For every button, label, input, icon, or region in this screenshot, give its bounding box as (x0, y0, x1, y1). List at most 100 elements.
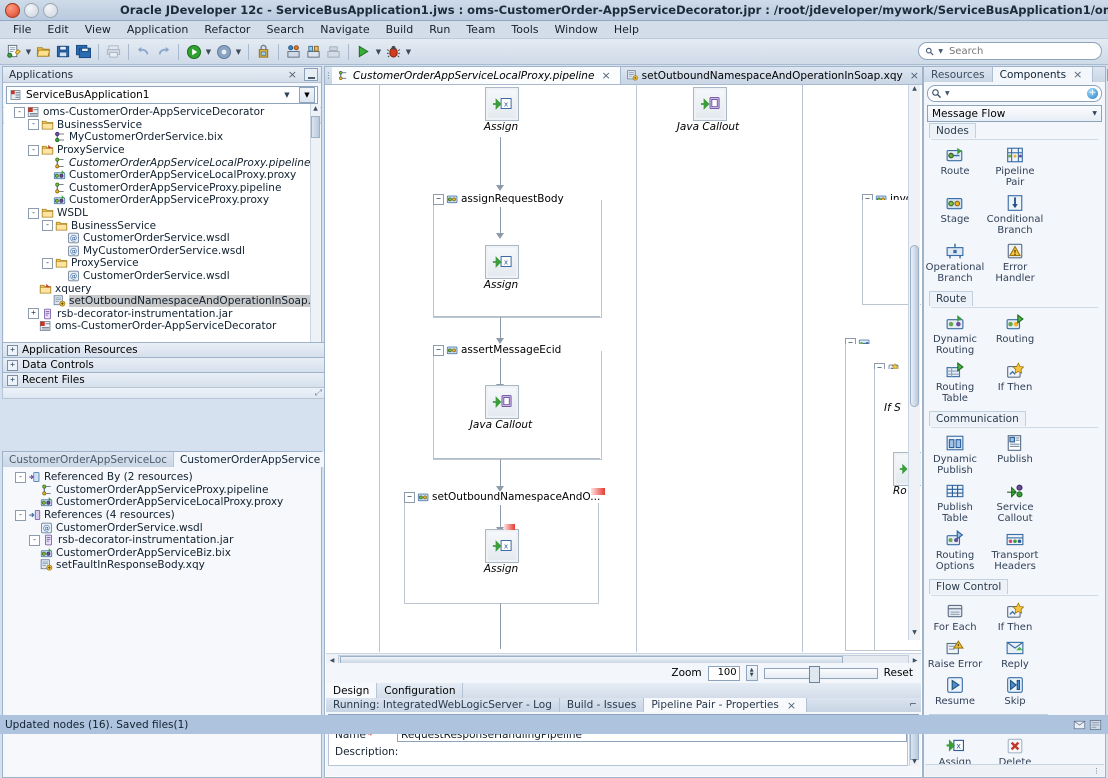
editor-tabs-grip[interactable]: ⋮ (325, 67, 332, 84)
palette-item-reply[interactable]: Reply (985, 636, 1045, 673)
scrollbar-thumb[interactable] (910, 245, 919, 407)
tree-expander-icon[interactable]: - (14, 107, 25, 118)
tab-components[interactable]: Components × (993, 67, 1094, 82)
palette-group-title[interactable]: Nodes (929, 123, 976, 138)
new-dropdown-icon[interactable]: ▼ (24, 43, 33, 61)
debug-bug-icon[interactable] (384, 42, 403, 61)
palette-item-assign[interactable]: xAssign (925, 734, 985, 765)
tree-row[interactable]: CustomerOrderAppServiceProxy.pipeline (7, 484, 320, 497)
palette-item-delete[interactable]: Delete (985, 734, 1045, 765)
menu-application[interactable]: Application (120, 22, 195, 37)
zoom-reset-button[interactable]: Reset (884, 667, 913, 679)
tree-row[interactable]: CustomerOrderAppServiceLocalProxy.proxy (6, 169, 312, 182)
assign-mid-icon-tile[interactable]: x (485, 245, 519, 279)
run-play-dropdown-icon[interactable]: ▼ (374, 43, 383, 61)
lib-icon[interactable] (304, 42, 323, 61)
expand-icon[interactable]: + (7, 360, 18, 371)
deploy-icon[interactable] (254, 42, 273, 61)
tree-expander-icon[interactable]: - (42, 220, 53, 231)
palette-item-if-then[interactable]: If Then (985, 599, 1045, 636)
tree-row[interactable]: -BusinessService (6, 219, 312, 232)
open-icon[interactable] (34, 42, 53, 61)
accordion-data-controls[interactable]: + Data Controls (2, 357, 326, 373)
close-icon[interactable]: × (907, 70, 922, 81)
tree-row[interactable]: CustomerOrderAppServiceBiz.bix (7, 547, 320, 560)
scroll-down-icon[interactable]: ▼ (910, 757, 919, 766)
palette-search-input[interactable] (953, 87, 1084, 100)
application-selector[interactable]: ServiceBusApplication1 ▼ ▼ (6, 86, 318, 104)
menu-build[interactable]: Build (379, 22, 421, 37)
menu-run[interactable]: Run (422, 22, 457, 37)
tree-expander-icon[interactable]: - (42, 258, 53, 269)
application-menu-icon[interactable]: ▼ (299, 87, 315, 103)
tab-pipeline-pair-properties[interactable]: Pipeline Pair - Properties × (644, 698, 807, 712)
tree-row[interactable]: @MyCustomerOrderService.wsdl (6, 245, 312, 258)
assign-top-icon-tile[interactable]: x (485, 87, 519, 121)
tree-row[interactable]: @CustomerOrderService.wsdl (7, 521, 320, 534)
menu-file[interactable]: File (6, 22, 38, 37)
global-search-input[interactable] (947, 45, 1095, 58)
close-icon[interactable]: × (1070, 69, 1085, 80)
tab-server-log[interactable]: Running: IntegratedWebLogicServer - Log (326, 698, 560, 712)
palette-item-dynamic-routing[interactable]: Dynamic Routing (925, 311, 985, 359)
menu-window[interactable]: Window (548, 22, 605, 37)
debug-dropdown-icon[interactable]: ▼ (234, 43, 243, 61)
java-callout-mid-icon-tile[interactable] (485, 385, 519, 419)
menu-tools[interactable]: Tools (504, 22, 545, 37)
scroll-up-icon[interactable]: ▲ (311, 104, 320, 113)
palette-item-stage[interactable]: Stage (925, 191, 985, 239)
resource-icon[interactable] (284, 42, 303, 61)
run-play-icon[interactable] (354, 42, 373, 61)
structure-tab-0[interactable]: CustomerOrderAppServiceLoc (3, 452, 174, 467)
palette-item-for-each[interactable]: For Each (925, 599, 985, 636)
tree-row[interactable]: @CustomerOrderService.wsdl (6, 270, 312, 283)
run-dropdown-icon[interactable]: ▼ (204, 43, 213, 61)
save-all-icon[interactable] (74, 42, 93, 61)
tree-row[interactable]: CustomerOrderAppServiceProxy.pipeline (6, 182, 312, 195)
chevron-down-icon[interactable]: ▼ (1092, 110, 1097, 117)
tree-expander-icon[interactable]: - (29, 535, 40, 546)
palette-group-title[interactable]: Route (929, 291, 973, 306)
tree-row[interactable]: oms-CustomerOrder-AppServiceDecorator (6, 320, 312, 333)
tab-resources[interactable]: Resources (924, 67, 993, 82)
palette-item-dynamic-publish[interactable]: Dynamic Publish (925, 431, 985, 479)
menu-help[interactable]: Help (607, 22, 646, 37)
undo-icon[interactable] (134, 42, 153, 61)
tab-build-issues[interactable]: Build - Issues (560, 698, 644, 712)
collapse-icon[interactable]: − (404, 492, 415, 503)
close-icon[interactable]: × (285, 69, 300, 80)
palette-item-if-then[interactable]: If Then (985, 359, 1045, 407)
zoom-spinner[interactable]: ▲▼ (746, 665, 758, 681)
palette-item-resume[interactable]: Resume (925, 673, 985, 710)
palette-item-transport-headers[interactable]: Transport Headers (985, 527, 1045, 575)
tree-row[interactable]: -References (4 resources) (7, 509, 320, 522)
collapse-icon[interactable]: − (433, 345, 444, 356)
palette-item-publish-table[interactable]: Publish Table (925, 479, 985, 527)
palette-item-raise-error[interactable]: Raise Error (925, 636, 985, 673)
palette-item-service-callout[interactable]: Service Callout (985, 479, 1045, 527)
tree-expander-icon[interactable]: - (15, 472, 26, 483)
editor-tab-pipeline[interactable]: CustomerOrderAppServiceLocalProxy.pipeli… (332, 67, 621, 84)
menu-search[interactable]: Search (259, 22, 311, 37)
save-icon[interactable] (54, 42, 73, 61)
expand-icon[interactable]: + (7, 375, 18, 386)
tree-row[interactable]: -WSDL (6, 207, 312, 220)
close-icon[interactable]: × (784, 700, 799, 711)
java-callout-top-icon-tile[interactable] (693, 87, 727, 121)
add-icon[interactable]: + (1087, 88, 1098, 99)
global-search[interactable]: ▼ (918, 42, 1102, 60)
structure-tab-1[interactable]: CustomerOrderAppService × (174, 452, 342, 467)
tree-row[interactable]: xquery (6, 282, 312, 295)
tree-row[interactable]: CustomerOrderAppServiceLocalProxy.pipeli… (6, 156, 312, 169)
accordion-recent-files[interactable]: + Recent Files (2, 372, 326, 388)
menu-view[interactable]: View (78, 22, 118, 37)
palette-item-route[interactable]: Route (925, 143, 985, 191)
tree-row[interactable]: +rsb-decorator-instrumentation.jar (6, 308, 312, 321)
menu-navigate[interactable]: Navigate (313, 22, 376, 37)
redo-icon[interactable] (154, 42, 173, 61)
scroll-up-icon[interactable]: ▲ (909, 85, 920, 96)
zoom-input[interactable]: 100 (708, 666, 740, 681)
tree-row[interactable]: CustomerOrderAppServiceProxy.proxy (6, 194, 312, 207)
scroll-down-icon[interactable]: ▼ (909, 629, 920, 640)
palette-item-skip[interactable]: Skip (985, 673, 1045, 710)
